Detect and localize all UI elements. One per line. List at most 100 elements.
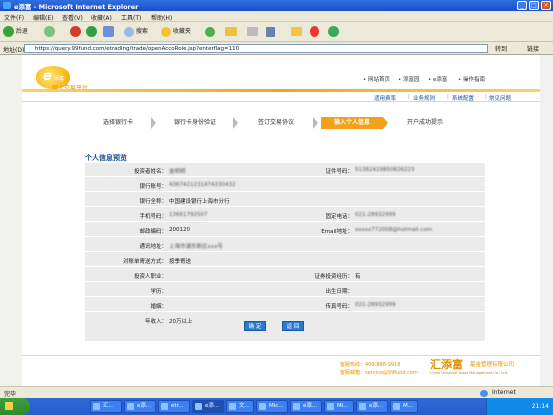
- taskbar-item[interactable]: e添...: [124, 400, 156, 413]
- service-email-text[interactable]: 客服邮箱：service@99fund.com: [340, 369, 418, 376]
- progress-steps: 选择银行卡 银行卡身份验证 签订交易协议 输入个人信息 开户成功提示: [87, 117, 487, 129]
- bank-account-value: 4367421231474330432: [169, 182, 236, 188]
- taskbar-item[interactable]: etr...: [158, 400, 190, 413]
- print-icon: [247, 27, 258, 36]
- title-bar: e添富 - Microsoft Internet Explorer _ □ ×: [0, 0, 553, 11]
- mail-icon: [225, 27, 237, 36]
- close-button[interactable]: ×: [541, 1, 551, 10]
- email-value: xxxxx772008@hotmail.com: [355, 227, 433, 233]
- step-agreement: 签订交易协议: [257, 119, 294, 126]
- system-tray: 21:14: [486, 398, 553, 415]
- start-button[interactable]: [0, 398, 30, 415]
- fax-value: 021-28932999: [355, 302, 396, 308]
- info-preview-table: 投资者姓名： 金明明 证件号码： 51382419850826223 银行账号：…: [85, 163, 485, 341]
- go-button[interactable]: 转到: [495, 44, 507, 53]
- browser-viewport: e添富 网上交易平台 • 网站首页 • 添富园 • e添富 • 操作指南 适用费…: [0, 55, 553, 386]
- table-row: 邮政编码： 200120 Email地址： xxxxx772008@hotmai…: [85, 223, 485, 237]
- taskbar-item[interactable]: 汇...: [90, 400, 122, 413]
- windows-logo-icon: [5, 402, 13, 410]
- taskbar-item[interactable]: M...: [390, 400, 418, 413]
- section-title: 个人信息预览: [85, 154, 127, 162]
- menu-view[interactable]: 查看(V): [62, 13, 83, 22]
- step-arrow-icon: [383, 117, 388, 129]
- taskbar-item[interactable]: e添...: [192, 400, 224, 413]
- forward-arrow-icon: [44, 26, 55, 37]
- ie-icon: [3, 2, 11, 9]
- table-row: 学历： 出生日期：: [85, 283, 485, 297]
- confirm-button[interactable]: 确 定: [244, 321, 266, 331]
- back-button-form[interactable]: 返 回: [282, 321, 304, 331]
- address-input[interactable]: https://query.99fund.com/etrading/trade/…: [24, 44, 488, 53]
- taskbar: 汇... e添... etr... e添... 文... Mic... e添..…: [0, 398, 553, 415]
- status-text: 完毕: [4, 391, 17, 398]
- search-icon: [124, 26, 134, 37]
- back-button[interactable]: 后退: [3, 25, 28, 39]
- stop-button[interactable]: [70, 25, 81, 39]
- history-button[interactable]: [205, 25, 215, 39]
- bank-name-value: 中国建设银行上海市分行: [169, 199, 230, 205]
- address-label: 地址(D): [3, 47, 25, 54]
- taskbar-item[interactable]: Mi...: [324, 400, 354, 413]
- table-row: 投资人职业： 证券投资经历： 有: [85, 268, 485, 282]
- phone-value: 021-28932999: [355, 212, 396, 218]
- menu-file[interactable]: 文件(F): [4, 13, 24, 22]
- taskbar-item[interactable]: Mic...: [256, 400, 288, 413]
- messenger-button[interactable]: [328, 25, 339, 39]
- web-page: e添富 网上交易平台 • 网站首页 • 添富园 • e添富 • 操作指南 适用费…: [22, 55, 540, 386]
- table-row: 婚姻： 传真号码： 021-28932999: [85, 298, 485, 312]
- table-row: 银行账号： 4367421231474330432: [85, 178, 485, 192]
- home-button[interactable]: [103, 25, 114, 39]
- taskbar-item[interactable]: 文...: [226, 400, 254, 413]
- mobile-value: 13661792507: [169, 212, 208, 218]
- back-arrow-icon: [3, 26, 14, 37]
- mail-button[interactable]: [225, 25, 237, 39]
- menu-bar: 文件(F) 编辑(E) 查看(V) 收藏(A) 工具(T) 帮助(H): [0, 11, 553, 22]
- step-select-card: 选择银行卡: [102, 119, 133, 126]
- taskbar-item[interactable]: e添...: [290, 400, 322, 413]
- address-bar: 地址(D) https://query.99fund.com/etrading/…: [0, 42, 553, 55]
- topnav-tianfuyuan[interactable]: • 添富园: [398, 75, 420, 83]
- postcode-value: 200120: [169, 227, 190, 233]
- minimize-button[interactable]: _: [517, 1, 527, 10]
- home-icon: [103, 26, 114, 37]
- clock: 21:14: [531, 403, 549, 410]
- step-arrow-icon: [313, 117, 318, 129]
- experience-value: 有: [355, 274, 361, 280]
- menu-tools[interactable]: 工具(T): [121, 13, 141, 22]
- maximize-button[interactable]: □: [529, 1, 539, 10]
- menu-help[interactable]: 帮助(H): [151, 13, 172, 22]
- step-personal-info: 输入个人信息: [321, 117, 383, 129]
- topnav-etianfu[interactable]: • e添富: [428, 75, 447, 83]
- qq-button[interactable]: [310, 25, 319, 39]
- id-no-value: 51382419850826223: [355, 167, 415, 173]
- topnav-home[interactable]: • 网站首页: [363, 75, 390, 83]
- forward-button[interactable]: [44, 25, 55, 39]
- print-button[interactable]: [247, 25, 258, 39]
- company-logo: 汇添富 基金管理有限公司 China Universal Asset Manag…: [430, 358, 515, 375]
- toolbar: 后退 搜索 收藏夹: [0, 22, 553, 42]
- menu-edit[interactable]: 编辑(E): [33, 13, 53, 22]
- table-row: 投资者姓名： 金明明 证件号码： 51382419850826223: [85, 163, 485, 177]
- folder-button[interactable]: [291, 25, 302, 39]
- step-success: 开户成功提示: [406, 119, 443, 126]
- search-button[interactable]: 搜索: [124, 25, 148, 39]
- investor-name-value: 金明明: [169, 169, 186, 175]
- refresh-button[interactable]: [86, 25, 97, 39]
- topnav-guide[interactable]: • 操作指南: [458, 75, 485, 83]
- refresh-icon: [86, 26, 97, 37]
- step-arrow-icon: [151, 117, 156, 129]
- income-value: 20万以上: [169, 319, 193, 325]
- edit-icon: [266, 26, 275, 37]
- table-row: 手机号码： 13661792507 固定电话： 021-28932999: [85, 208, 485, 222]
- taskbar-item[interactable]: e添...: [356, 400, 388, 413]
- favorites-button[interactable]: 收藏夹: [161, 25, 191, 39]
- header-divider: [22, 89, 540, 92]
- table-row: 通讯地址： 上海市浦东新区xxx号: [85, 238, 485, 252]
- edit-button[interactable]: [266, 25, 275, 39]
- subnav-divider: [22, 101, 540, 102]
- favorites-star-icon: [161, 26, 171, 37]
- step-card-verify: 银行卡身份验证: [173, 119, 216, 126]
- messenger-icon: [328, 26, 339, 37]
- menu-favorites[interactable]: 收藏(A): [91, 13, 112, 22]
- links-button[interactable]: 链接: [527, 44, 539, 53]
